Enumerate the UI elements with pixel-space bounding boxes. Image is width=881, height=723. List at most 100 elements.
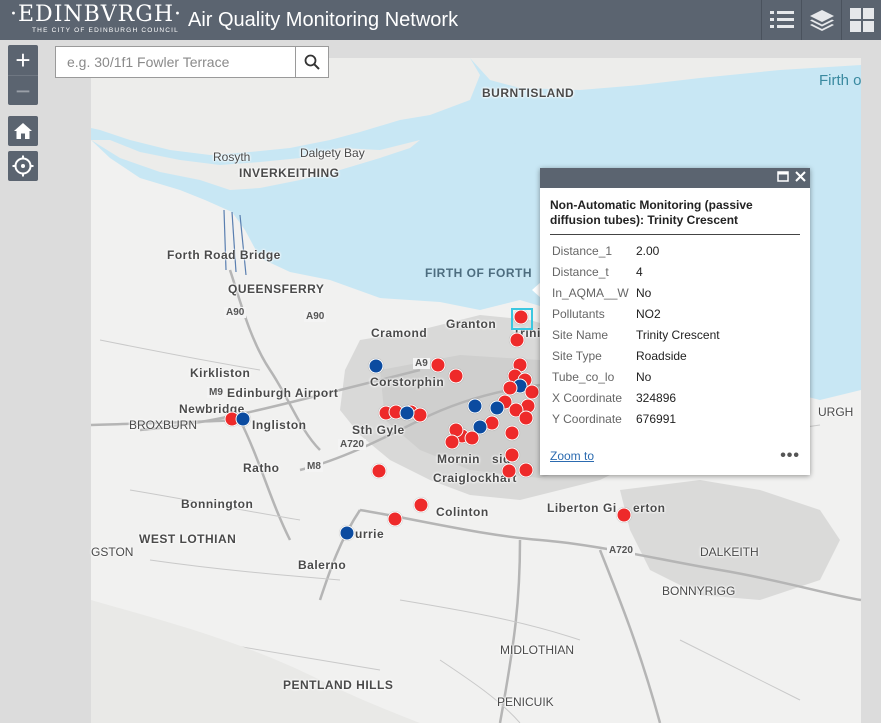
app-title: Air Quality Monitoring Network <box>188 8 459 31</box>
map-label-burgh: URGH <box>818 405 854 419</box>
map-label-corstorphine: Corstorphin <box>370 375 445 389</box>
road-shield-a90-left: A90 <box>224 307 247 318</box>
attribute-value: 676991 <box>636 411 677 426</box>
locate-button[interactable] <box>8 151 38 181</box>
road-shield-a720-right: A720 <box>607 545 635 556</box>
logo-text: ·EDINBVRGH· <box>10 2 183 27</box>
search-input[interactable] <box>56 47 296 77</box>
attribute-key: Site Name <box>552 327 609 342</box>
monitoring-site-marker[interactable] <box>444 434 460 450</box>
monitoring-site-marker[interactable] <box>502 380 518 396</box>
attribute-row: Distance_t 4 <box>550 261 800 282</box>
more-actions-button[interactable]: ••• <box>780 447 800 465</box>
layers-button[interactable] <box>801 0 841 40</box>
maximize-icon <box>777 171 789 182</box>
attribute-value: 4 <box>636 264 643 279</box>
monitoring-site-marker[interactable] <box>371 463 387 479</box>
attribute-row: Y Coordinate 676991 <box>550 408 800 429</box>
layers-icon <box>809 10 834 31</box>
road-shield-m9: M9 <box>207 387 225 398</box>
council-logo[interactable]: ·EDINBVRGH· THE CITY OF EDINBURGH COUNCI… <box>0 0 188 40</box>
map-label-colinton: Colinton <box>436 505 489 519</box>
attribute-value: Trinity Crescent <box>636 327 720 342</box>
attribute-row: In_AQMA__W No <box>550 282 800 303</box>
zoom-to-link[interactable]: Zoom to <box>550 449 594 463</box>
zoom-in-button[interactable]: + <box>8 45 38 75</box>
monitoring-site-marker[interactable] <box>509 332 525 348</box>
monitoring-site-marker[interactable] <box>430 357 446 373</box>
map-label-gilmerton: Gi <box>603 501 617 515</box>
road-shield-a90-right: A90 <box>304 311 327 322</box>
popup-title: Non-Automatic Monitoring (passive diffus… <box>550 198 800 235</box>
monitoring-site-marker[interactable] <box>387 511 403 527</box>
legend-button[interactable] <box>761 0 801 40</box>
home-icon <box>14 123 32 139</box>
selected-feature-highlight <box>511 308 533 330</box>
attribute-key: Pollutants <box>552 306 605 321</box>
map-label-sth-gyle: Sth Gyle <box>352 423 405 437</box>
home-button[interactable] <box>8 116 38 146</box>
attribute-row: X Coordinate 324896 <box>550 387 800 408</box>
attribute-value: 2.00 <box>636 243 660 258</box>
logo-subtext: THE CITY OF EDINBURGH COUNCIL <box>32 27 179 34</box>
attribute-value: No <box>636 285 652 300</box>
header-toolbar <box>761 0 881 40</box>
monitoring-site-marker-automatic[interactable] <box>235 411 251 427</box>
list-icon <box>769 11 794 28</box>
close-button[interactable] <box>795 171 806 185</box>
attribute-value: NO2 <box>636 306 661 321</box>
attribute-key: Y Coordinate <box>552 411 622 426</box>
monitoring-site-marker[interactable] <box>524 384 540 400</box>
monitoring-site-marker-automatic[interactable] <box>489 400 505 416</box>
map-label-penicuik: PENICUIK <box>497 695 554 709</box>
map-label-west-lothian: WEST LOTHIAN <box>139 532 237 546</box>
monitoring-site-marker[interactable] <box>616 507 632 523</box>
search-button[interactable] <box>295 47 328 77</box>
attribute-value: No <box>636 369 652 384</box>
maximize-button[interactable] <box>777 171 789 185</box>
attribute-key: Tube_co_lo <box>552 369 615 384</box>
monitoring-site-marker[interactable] <box>501 463 517 479</box>
attribute-key: Distance_1 <box>552 243 613 258</box>
road-shield-a9: A9 <box>413 358 430 369</box>
monitoring-site-marker[interactable] <box>448 368 464 384</box>
popup-titlebar <box>540 168 810 188</box>
map-label-ingliston: Ingliston <box>252 418 307 432</box>
popup-footer: Zoom to ••• <box>540 437 810 475</box>
monitoring-site-marker[interactable] <box>504 425 520 441</box>
app-window: ·EDINBVRGH· THE CITY OF EDINBURGH COUNCI… <box>0 0 881 723</box>
monitoring-site-marker[interactable] <box>518 462 534 478</box>
map-label-kirkliston: Kirkliston <box>190 366 251 380</box>
monitoring-site-marker-automatic[interactable] <box>339 525 355 541</box>
popup-body: Non-Automatic Monitoring (passive diffus… <box>540 188 810 429</box>
attribute-key: X Coordinate <box>552 390 623 405</box>
monitoring-site-marker-automatic[interactable] <box>399 405 415 421</box>
popup-attribute-table: Distance_1 2.00 Distance_t 4 In_AQMA__W No … <box>550 240 800 429</box>
feature-popup: Non-Automatic Monitoring (passive diffus… <box>540 168 810 475</box>
road-shield-m8: M8 <box>305 461 323 472</box>
monitoring-site-marker[interactable] <box>412 407 428 423</box>
map-label-edinburgh-airport: Edinburgh Airport <box>227 386 339 400</box>
monitoring-site-marker[interactable] <box>518 410 534 426</box>
attribute-row: Pollutants NO2 <box>550 303 800 324</box>
map-label-queensferry: QUEENSFERRY <box>228 282 325 296</box>
map-label-balerno: Balerno <box>298 558 347 572</box>
grid-icon <box>849 8 874 32</box>
monitoring-site-marker-automatic[interactable] <box>467 398 483 414</box>
monitoring-site-marker-automatic[interactable] <box>368 358 384 374</box>
map-label-midlothian: MIDLOTHIAN <box>500 643 575 657</box>
monitoring-site-marker[interactable] <box>413 497 429 513</box>
basemap-gallery-button[interactable] <box>841 0 881 40</box>
monitoring-site-marker[interactable] <box>504 447 520 463</box>
road-shield-a720-left: A720 <box>338 439 366 450</box>
zoom-out-button[interactable]: − <box>8 75 38 106</box>
locate-icon <box>12 155 34 177</box>
map-label-dalgety-bay: Dalgety Bay <box>300 146 365 160</box>
map-label-bonnyrigg: BONNYRIGG <box>662 584 736 598</box>
attribute-row: Distance_1 2.00 <box>550 240 800 261</box>
map-label-forth-road-bridge: Forth Road Bridge <box>167 248 281 262</box>
map-label-dalkeith: DALKEITH <box>700 545 759 559</box>
map-label-granton: Granton <box>446 317 497 331</box>
monitoring-site-marker[interactable] <box>464 430 480 446</box>
attribute-value: 324896 <box>636 390 677 405</box>
